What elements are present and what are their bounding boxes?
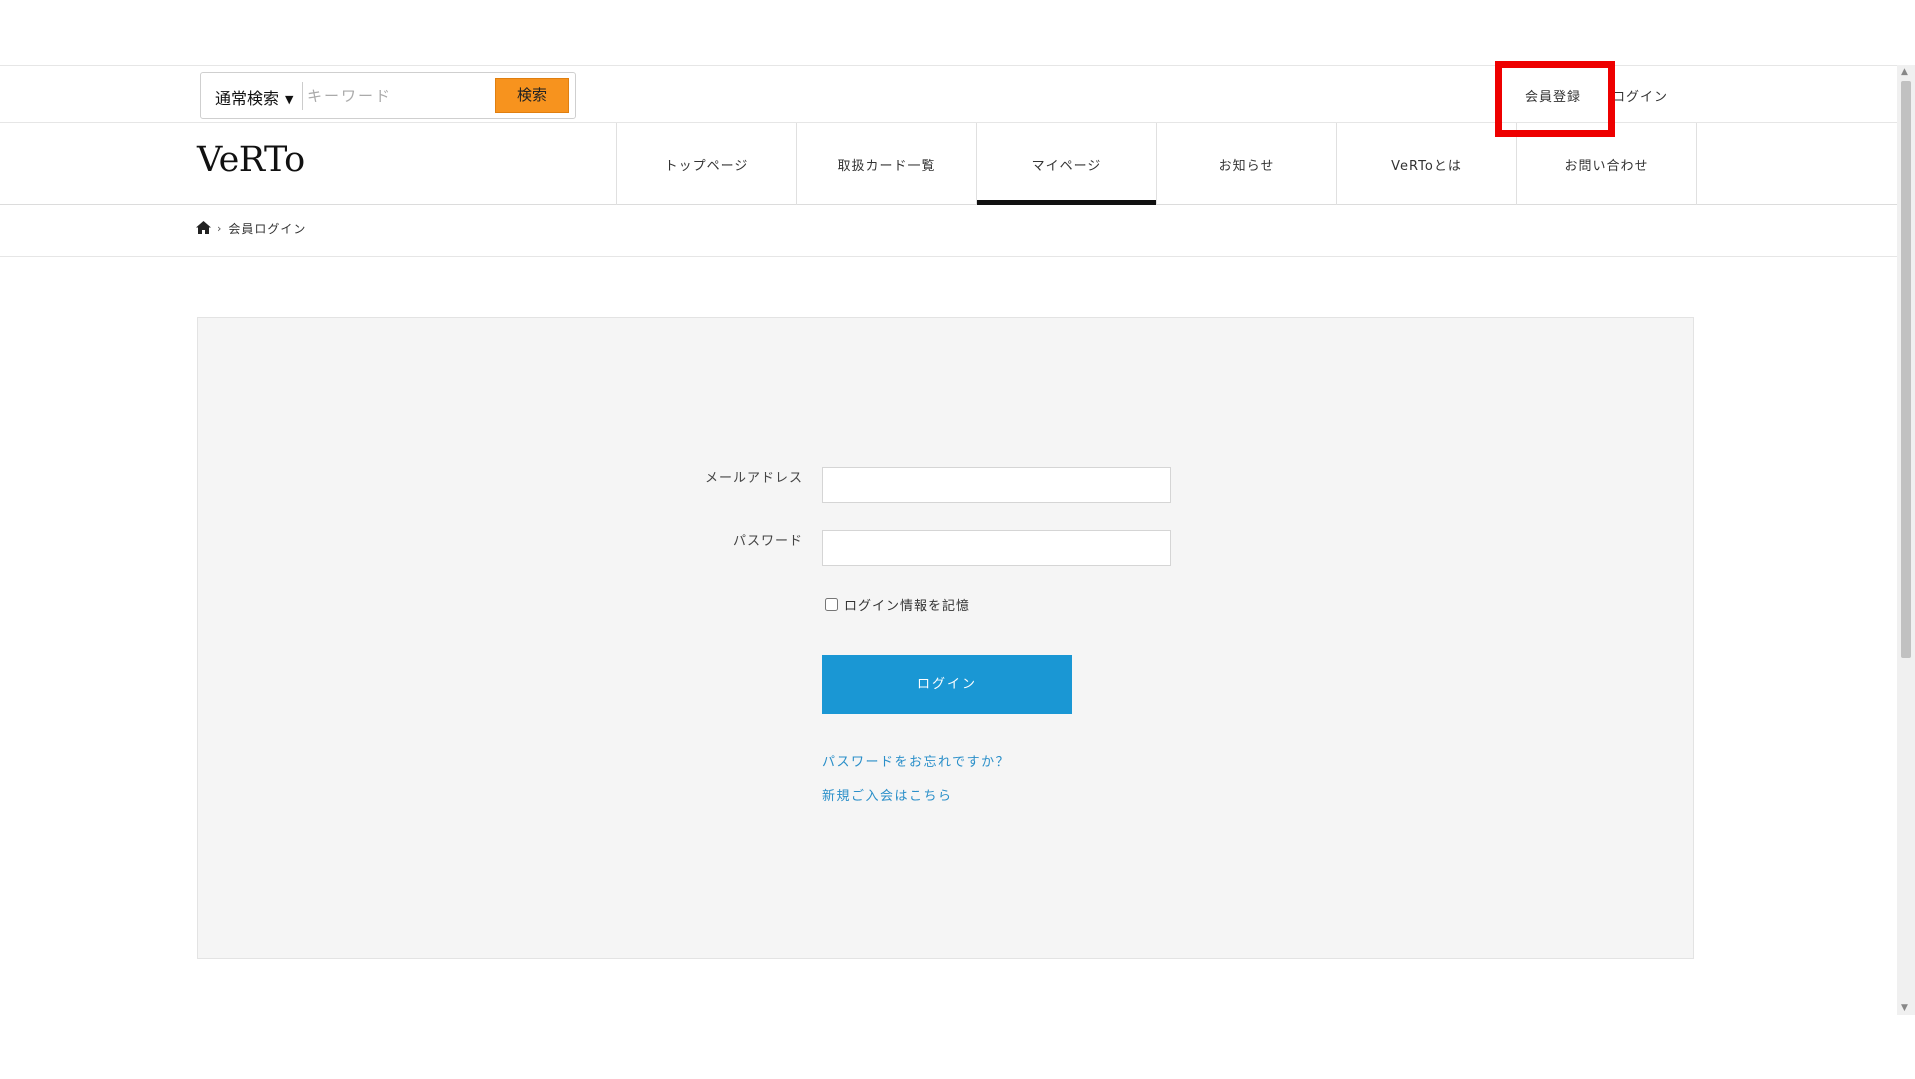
password-field[interactable] — [822, 530, 1171, 566]
nav-item-top[interactable]: トップページ — [617, 123, 797, 205]
remember-label: ログイン情報を記憶 — [844, 599, 971, 614]
email-field[interactable] — [822, 467, 1171, 503]
site-logo[interactable]: VeRTo — [197, 140, 305, 180]
email-label: メールアドレス — [704, 471, 803, 486]
breadcrumb-bar: › 会員ログイン — [0, 205, 1897, 257]
search-mode-label: 通常検索 — [215, 89, 280, 108]
password-label: パスワード — [732, 534, 803, 549]
breadcrumb-current: 会員ログイン — [228, 222, 307, 236]
login-link[interactable]: ログイン — [1612, 86, 1668, 105]
remember-checkbox[interactable] — [825, 598, 838, 611]
scroll-thumb[interactable] — [1901, 81, 1911, 658]
nav-item-news[interactable]: お知らせ — [1157, 123, 1337, 205]
home-icon[interactable] — [196, 220, 211, 237]
nav-item-card-list[interactable]: 取扱カード一覧 — [797, 123, 977, 205]
signup-link[interactable]: 新規ご入会はこちら — [822, 785, 953, 804]
nav-item-contact[interactable]: お問い合わせ — [1517, 123, 1697, 205]
register-link[interactable]: 会員登録 — [1525, 86, 1581, 105]
nav-item-mypage[interactable]: マイページ — [977, 123, 1157, 205]
chevron-right-icon: › — [217, 222, 223, 235]
forgot-password-link[interactable]: パスワードをお忘れですか？ — [822, 751, 1010, 770]
scroll-down-icon[interactable]: ▼ — [1901, 1003, 1908, 1013]
login-button[interactable]: ログイン — [822, 655, 1072, 714]
scroll-up-icon[interactable]: ▲ — [1901, 67, 1908, 77]
nav-item-about[interactable]: VeRToとは — [1337, 123, 1517, 205]
search-input[interactable] — [305, 77, 495, 114]
main-nav: トップページ 取扱カード一覧 マイページ お知らせ VeRToとは お問い合わせ — [616, 123, 1697, 205]
search-mode-select[interactable]: 通常検索 ▼ — [215, 85, 293, 109]
search-button[interactable]: 検索 — [495, 78, 569, 113]
remember-login[interactable]: ログイン情報を記憶 — [825, 595, 970, 614]
scrollbar[interactable]: ▲ ▼ — [1897, 65, 1915, 1015]
search-divider — [302, 82, 303, 110]
breadcrumb: › 会員ログイン — [196, 220, 306, 237]
top-bar: 通常検索 ▼ 検索 会員登録 ログイン — [0, 65, 1897, 123]
search-box: 通常検索 ▼ 検索 — [200, 72, 576, 119]
site-header: VeRTo トップページ 取扱カード一覧 マイページ お知らせ VeRToとは … — [0, 123, 1897, 205]
chevron-down-icon: ▼ — [285, 93, 294, 106]
login-panel: メールアドレス パスワード ログイン情報を記憶 ログイン パスワードをお忘れです… — [197, 317, 1694, 959]
